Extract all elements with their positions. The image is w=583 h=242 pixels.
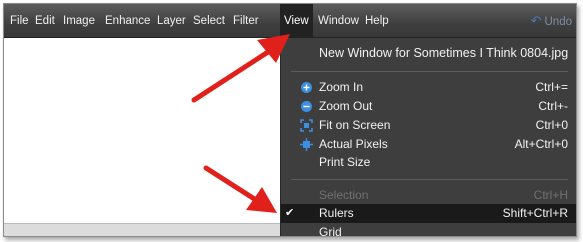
menu-item-print-size[interactable]: Print Size bbox=[281, 153, 576, 172]
selection-label: Selection bbox=[319, 188, 369, 202]
undo-arrow-icon: ↶ bbox=[530, 13, 542, 28]
menu-image[interactable]: Image bbox=[59, 4, 99, 38]
selection-shortcut: Ctrl+H bbox=[533, 188, 568, 202]
zoom-in-icon bbox=[301, 82, 312, 93]
panel-bin-strip bbox=[4, 223, 280, 236]
print-size-label: Print Size bbox=[319, 155, 371, 169]
menu-filter[interactable]: Filter bbox=[229, 4, 263, 38]
menu-edit[interactable]: Edit bbox=[31, 4, 59, 38]
menu-view[interactable]: View bbox=[280, 4, 313, 38]
zoom-out-label: Zoom Out bbox=[319, 99, 373, 113]
grid-label: Grid bbox=[319, 225, 342, 237]
new-window-label: New Window for Sometimes I Think 0804.jp… bbox=[319, 46, 569, 60]
menu-file[interactable]: File bbox=[6, 4, 33, 38]
menu-item-fit-on-screen[interactable]: Fit on Screen Ctrl+0 bbox=[281, 116, 576, 135]
menu-window[interactable]: Window bbox=[314, 4, 363, 38]
app-window: File Edit Image Enhance Layer Select Fil… bbox=[3, 3, 577, 237]
menu-item-zoom-in[interactable]: Zoom In Ctrl+= bbox=[281, 78, 576, 97]
zoom-in-label: Zoom In bbox=[319, 80, 364, 94]
menu-item-selection: Selection Ctrl+H bbox=[281, 186, 576, 205]
menu-select[interactable]: Select bbox=[189, 4, 229, 38]
menu-layer[interactable]: Layer bbox=[153, 4, 190, 38]
menu-item-grid[interactable]: Grid bbox=[281, 223, 576, 237]
menu-separator bbox=[291, 71, 568, 72]
menu-bar: File Edit Image Enhance Layer Select Fil… bbox=[4, 4, 576, 38]
zoom-out-shortcut: Ctrl+- bbox=[538, 99, 568, 113]
view-menu-dropdown: New Window for Sometimes I Think 0804.jp… bbox=[280, 38, 576, 237]
fit-screen-icon bbox=[300, 119, 313, 132]
checkmark-icon: ✔ bbox=[285, 207, 295, 219]
actual-pixels-label: Actual Pixels bbox=[319, 137, 388, 151]
menu-separator bbox=[291, 179, 568, 180]
undo-button[interactable]: ↶ Undo bbox=[531, 4, 572, 38]
menu-help[interactable]: Help bbox=[361, 4, 393, 38]
menu-item-actual-pixels[interactable]: Actual Pixels Alt+Ctrl+0 bbox=[281, 135, 576, 154]
menu-enhance[interactable]: Enhance bbox=[101, 4, 154, 38]
menu-item-new-window[interactable]: New Window for Sometimes I Think 0804.jp… bbox=[281, 44, 576, 63]
menu-item-rulers[interactable]: ✔ Rulers Shift+Ctrl+R bbox=[281, 204, 576, 223]
image-canvas[interactable] bbox=[4, 38, 280, 236]
zoom-in-shortcut: Ctrl+= bbox=[535, 80, 568, 94]
fit-on-screen-shortcut: Ctrl+0 bbox=[535, 118, 568, 132]
zoom-out-icon bbox=[301, 101, 312, 112]
rulers-shortcut: Shift+Ctrl+R bbox=[502, 206, 568, 220]
actual-pixels-shortcut: Alt+Ctrl+0 bbox=[514, 137, 568, 151]
rulers-label: Rulers bbox=[319, 206, 354, 220]
menu-item-zoom-out[interactable]: Zoom Out Ctrl+- bbox=[281, 97, 576, 116]
undo-label: Undo bbox=[544, 16, 573, 28]
actual-pixels-icon bbox=[300, 138, 313, 151]
fit-on-screen-label: Fit on Screen bbox=[319, 118, 391, 132]
